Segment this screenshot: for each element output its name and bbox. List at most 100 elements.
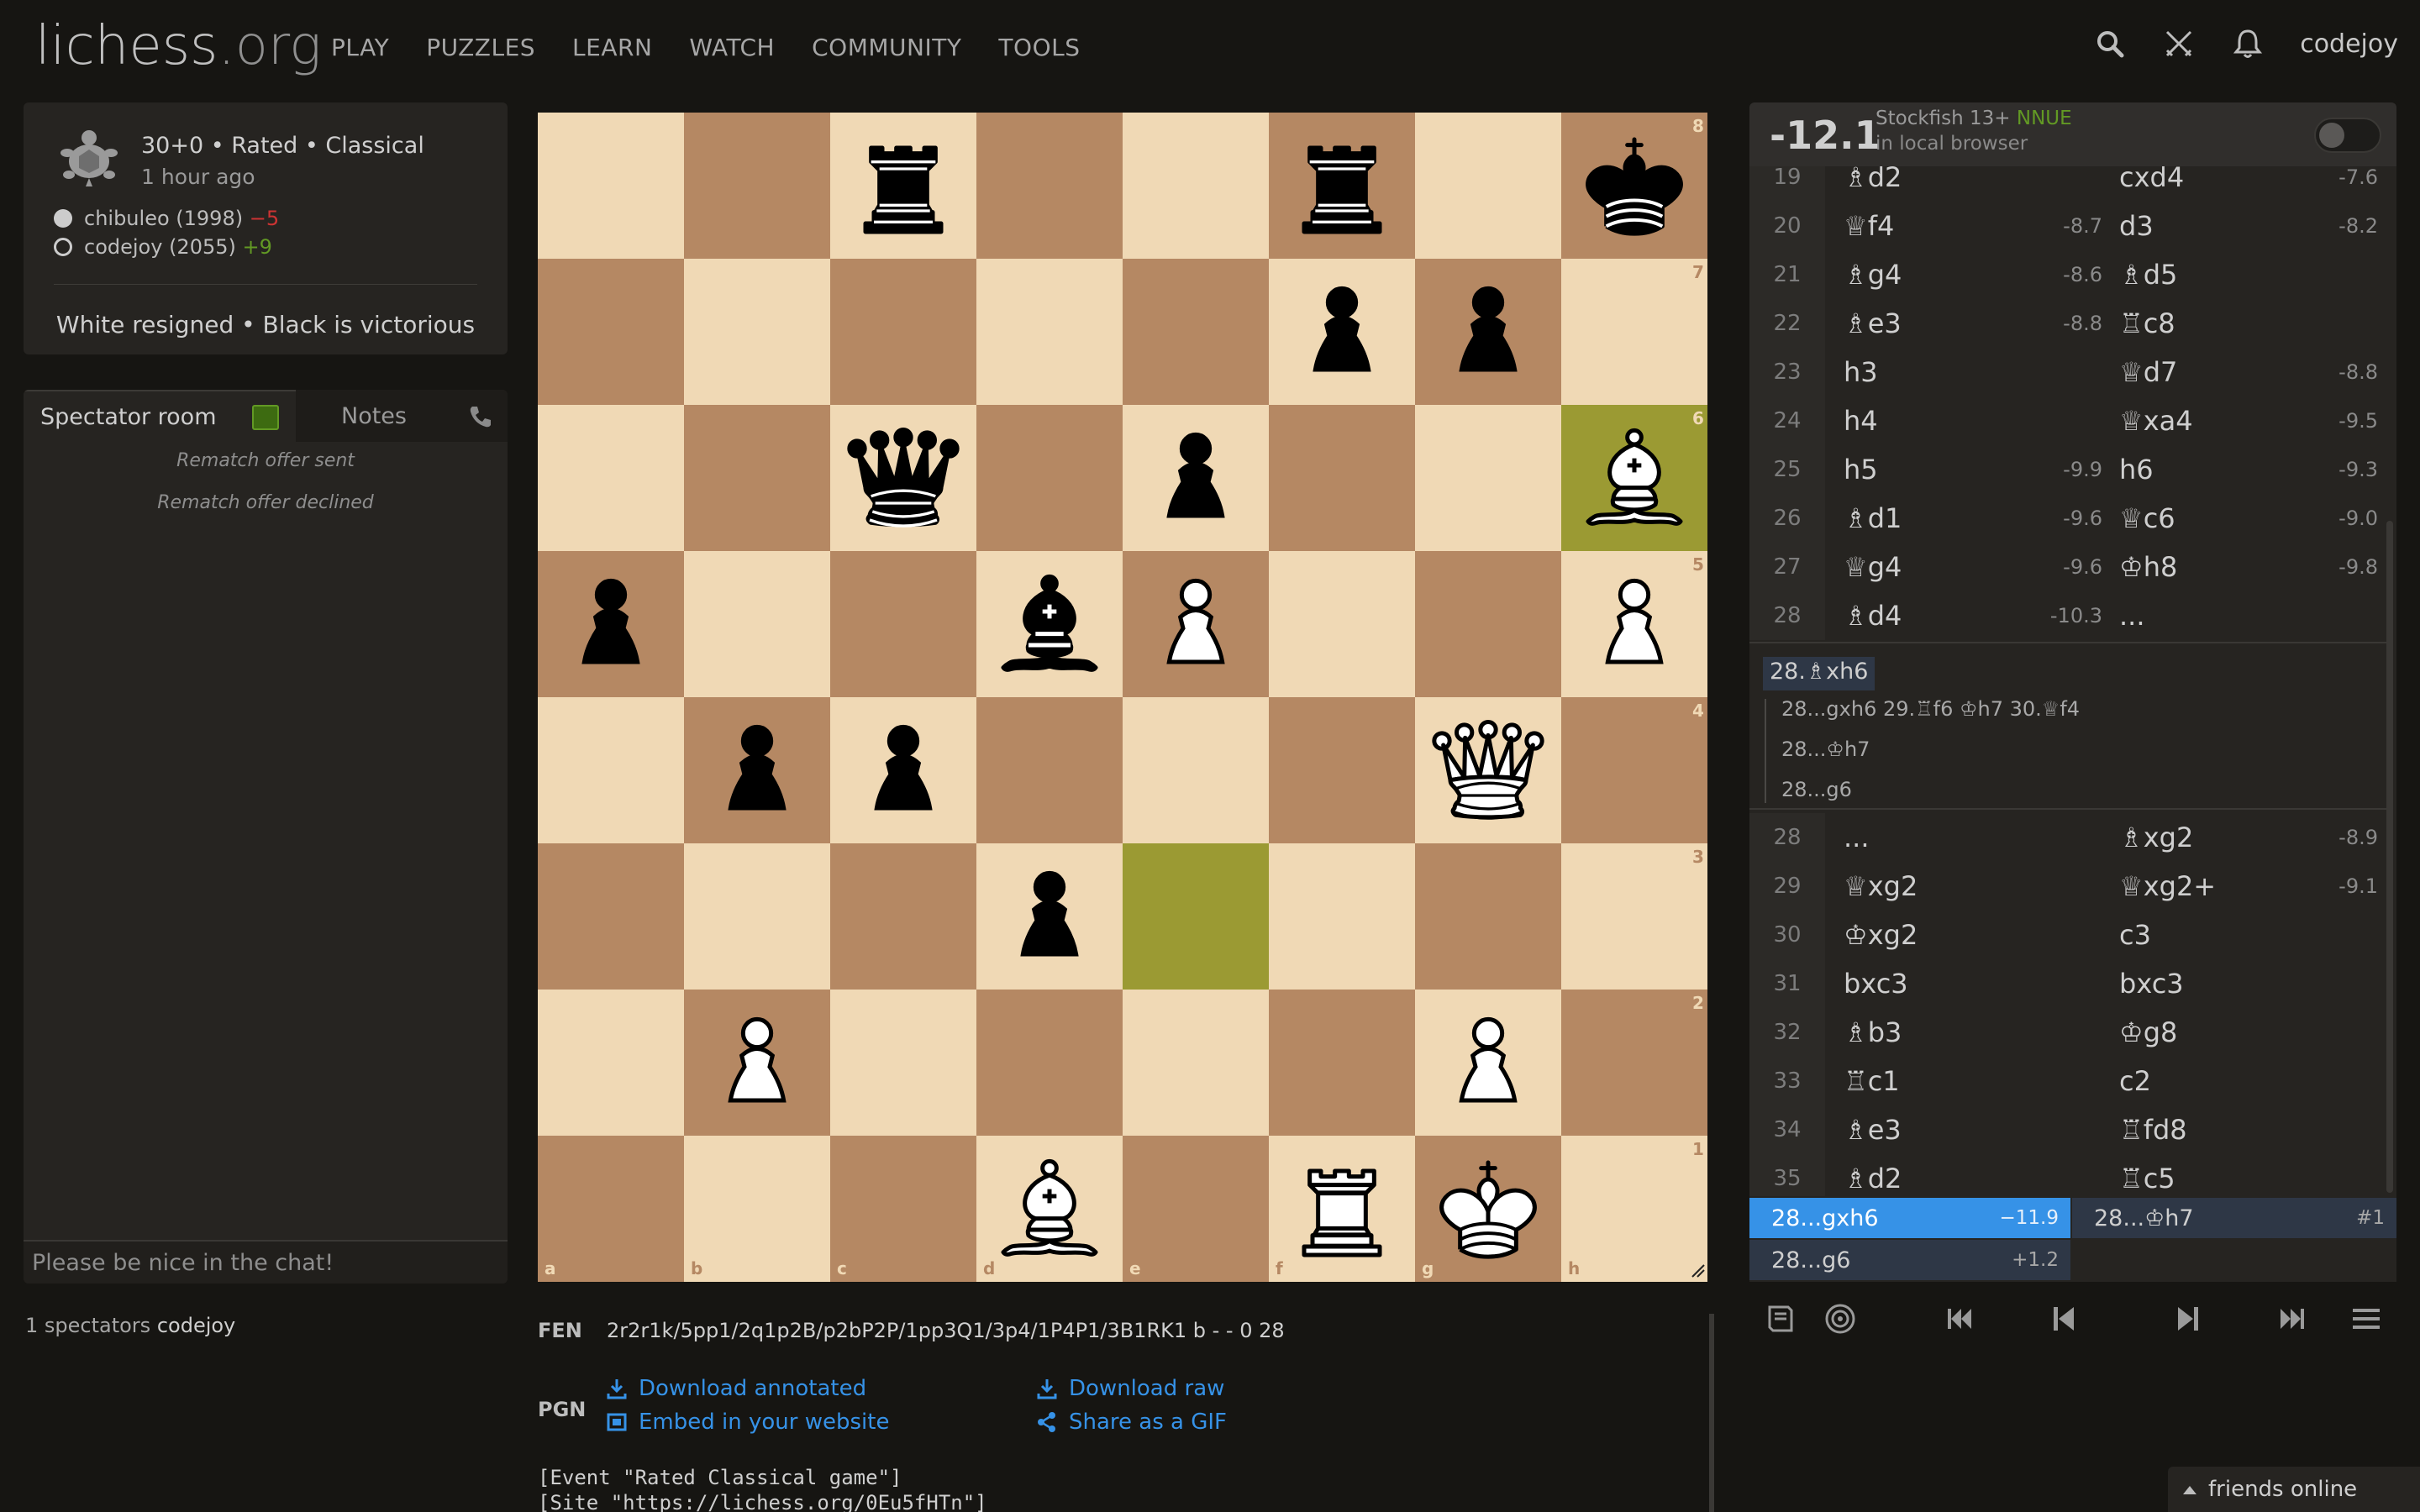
black-move[interactable]: h6: [2119, 445, 2154, 494]
variation-line[interactable]: 28...♔h7: [1781, 738, 1870, 761]
nav-play[interactable]: PLAY: [331, 34, 389, 61]
white-move[interactable]: h3: [1844, 348, 1878, 396]
square-c1[interactable]: [830, 1136, 976, 1282]
chat-toggle-checkbox[interactable]: [252, 405, 279, 430]
black-pawn-icon[interactable]: [684, 697, 830, 843]
last-move-icon[interactable]: [2274, 1300, 2311, 1337]
target-icon[interactable]: [1822, 1300, 1859, 1337]
square-h3[interactable]: [1561, 843, 1707, 990]
white-move[interactable]: ♔xg2: [1844, 911, 1918, 959]
square-e8[interactable]: [1123, 113, 1269, 259]
square-b1[interactable]: [684, 1136, 830, 1282]
tab-spectator-room[interactable]: Spectator room: [24, 390, 296, 442]
black-move[interactable]: ♕d7: [2119, 348, 2177, 396]
square-h7[interactable]: [1561, 259, 1707, 405]
white-player[interactable]: chibuleo (1998) −5: [54, 207, 279, 230]
engine-line[interactable]: 28...gxh6 −11.9: [1749, 1198, 2070, 1238]
white-move[interactable]: ♗e3: [1844, 1105, 1902, 1154]
menu-icon[interactable]: [2348, 1300, 2385, 1337]
spectator-user[interactable]: codejoy: [157, 1314, 235, 1337]
square-g6[interactable]: [1415, 405, 1561, 551]
square-c3[interactable]: [830, 843, 976, 990]
tab-notes[interactable]: Notes: [296, 390, 508, 442]
white-bishop-icon[interactable]: [1561, 405, 1707, 551]
square-e7[interactable]: [1123, 259, 1269, 405]
pgn-scrollbar[interactable]: [1709, 1314, 1714, 1512]
square-f2[interactable]: [1269, 990, 1415, 1136]
download-raw-link[interactable]: Download raw: [1035, 1376, 1224, 1401]
square-a3[interactable]: [538, 843, 684, 990]
black-move[interactable]: ♕xa4: [2119, 396, 2193, 445]
white-move[interactable]: ♕xg2: [1844, 862, 1918, 911]
square-c2[interactable]: [830, 990, 976, 1136]
fen-value[interactable]: 2r2r1k/5pp1/2q1p2B/p2bP2P/1pp3Q1/3p4/1P4…: [607, 1319, 1285, 1342]
square-d2[interactable]: [976, 990, 1123, 1136]
black-move[interactable]: ♕xg2+: [2119, 862, 2216, 911]
variation-line[interactable]: 28...gxh6 29.♖f6 ♔h7 30.♕f4: [1781, 697, 2080, 721]
black-player[interactable]: codejoy (2055) +9: [54, 235, 272, 259]
square-g5[interactable]: [1415, 551, 1561, 697]
nav-watch[interactable]: WATCH: [689, 34, 775, 61]
bell-icon[interactable]: [2231, 25, 2265, 62]
white-king-icon[interactable]: [1415, 1136, 1561, 1282]
square-c7[interactable]: [830, 259, 976, 405]
share-gif-link[interactable]: Share as a GIF: [1035, 1410, 1227, 1435]
nav-learn[interactable]: LEARN: [572, 34, 652, 61]
black-pawn-icon[interactable]: [1415, 259, 1561, 405]
pgn-text[interactable]: [Event "Rated Classical game"] [Site "htt…: [538, 1465, 987, 1512]
black-pawn-icon[interactable]: [830, 697, 976, 843]
white-move[interactable]: ♕f4: [1844, 202, 1894, 250]
variation-main-move[interactable]: 28.♗xh6: [1763, 657, 1876, 690]
square-e3[interactable]: [1123, 843, 1269, 990]
search-icon[interactable]: [2093, 25, 2127, 62]
black-move[interactable]: ♔h8: [2119, 543, 2177, 591]
white-move[interactable]: ♗e3: [1844, 299, 1902, 348]
chat-input[interactable]: Please be nice in the chat!: [24, 1240, 508, 1284]
white-move[interactable]: ...: [1844, 813, 1870, 862]
download-annotated-link[interactable]: Download annotated: [605, 1376, 866, 1401]
user-menu[interactable]: codejoy: [2300, 29, 2398, 59]
engine-toggle[interactable]: [2314, 118, 2381, 153]
white-rook-icon[interactable]: [1269, 1136, 1415, 1282]
square-b8[interactable]: [684, 113, 830, 259]
previous-move-icon[interactable]: [2045, 1300, 2082, 1337]
swords-icon[interactable]: [2162, 25, 2196, 62]
white-move[interactable]: ♗d4: [1844, 591, 1902, 640]
chess-board[interactable]: 8 7 6 5 4 3 2 1 a b c d e f g h: [538, 113, 1707, 1282]
black-move[interactable]: ♖fd8: [2119, 1105, 2187, 1154]
square-f4[interactable]: [1269, 697, 1415, 843]
black-move[interactable]: ♗xg2: [2119, 813, 2193, 862]
nav-puzzles[interactable]: PUZZLES: [426, 34, 535, 61]
square-d4[interactable]: [976, 697, 1123, 843]
square-e1[interactable]: [1123, 1136, 1269, 1282]
black-bishop-icon[interactable]: [976, 551, 1123, 697]
embed-link[interactable]: Embed in your website: [605, 1410, 889, 1435]
black-move[interactable]: c3: [2119, 911, 2151, 959]
board-resize-handle[interactable]: [1689, 1262, 1706, 1278]
square-f6[interactable]: [1269, 405, 1415, 551]
black-move[interactable]: cxd4: [2119, 166, 2184, 202]
white-move[interactable]: ♗b3: [1844, 1008, 1902, 1057]
white-move[interactable]: ♗d1: [1844, 494, 1902, 543]
black-move[interactable]: ♖c8: [2119, 299, 2175, 348]
white-pawn-icon[interactable]: [1415, 990, 1561, 1136]
square-d8[interactable]: [976, 113, 1123, 259]
friends-online-button[interactable]: friends online: [2168, 1467, 2420, 1512]
engine-line[interactable]: 28...g6 +1.2: [1749, 1240, 2070, 1280]
square-f5[interactable]: [1269, 551, 1415, 697]
square-b5[interactable]: [684, 551, 830, 697]
white-move[interactable]: h4: [1844, 396, 1878, 445]
black-rook-icon[interactable]: [830, 113, 976, 259]
black-pawn-icon[interactable]: [538, 551, 684, 697]
white-move[interactable]: ♖c1: [1844, 1057, 1900, 1105]
square-a7[interactable]: [538, 259, 684, 405]
square-a1[interactable]: [538, 1136, 684, 1282]
first-move-icon[interactable]: [1941, 1300, 1978, 1337]
black-move[interactable]: ♕c6: [2119, 494, 2175, 543]
square-a2[interactable]: [538, 990, 684, 1136]
next-move-icon[interactable]: [2170, 1300, 2207, 1337]
white-pawn-icon[interactable]: [1123, 551, 1269, 697]
black-queen-icon[interactable]: [830, 405, 976, 551]
engine-line[interactable]: 28...♔h7 #1: [2072, 1198, 2396, 1238]
white-move[interactable]: ♗d2: [1844, 166, 1902, 202]
